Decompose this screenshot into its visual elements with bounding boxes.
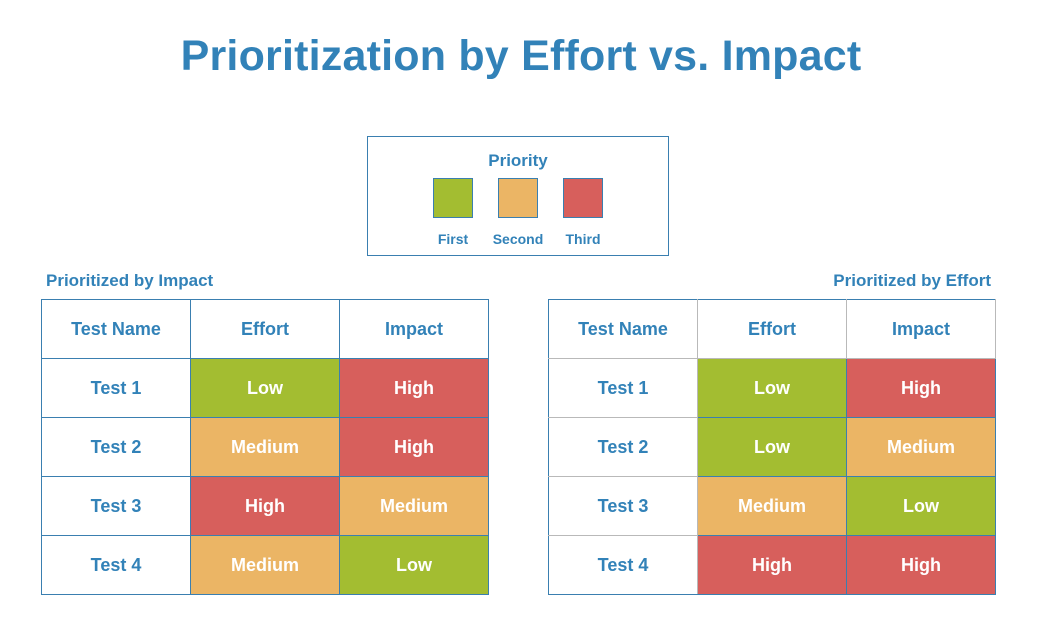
table-row: Test 1 Low High (41, 358, 489, 418)
impact-cell: High (339, 358, 489, 418)
test-name-cell: Test 3 (548, 476, 698, 536)
effort-table-caption: Prioritized by Effort (833, 271, 991, 290)
header-impact: Impact (339, 299, 489, 359)
effort-cell: Medium (190, 535, 340, 595)
effort-cell: High (190, 476, 340, 536)
impact-cell: High (339, 417, 489, 477)
header-test-name: Test Name (548, 299, 698, 359)
test-name-cell: Test 2 (41, 417, 191, 477)
page-title: Prioritization by Effort vs. Impact (180, 32, 862, 80)
impact-cell: High (846, 535, 996, 595)
header-effort: Effort (697, 299, 847, 359)
legend-swatch-third (563, 178, 603, 218)
table-row: Test 4 High High (548, 535, 996, 595)
test-name-cell: Test 4 (41, 535, 191, 595)
impact-cell: Low (339, 535, 489, 595)
test-name-cell: Test 4 (548, 535, 698, 595)
table-row: Test 2 Low Medium (548, 417, 996, 477)
impact-table-caption: Prioritized by Impact (46, 271, 214, 290)
table-row: Test 1 Low High (548, 358, 996, 418)
legend-swatch-first (433, 178, 473, 218)
legend-title: Priority (488, 151, 548, 170)
effort-cell: High (697, 535, 847, 595)
effort-cell: Low (697, 417, 847, 477)
effort-prioritized-table: Test Name Effort Impact Test 1 Low High … (548, 299, 996, 595)
priority-legend: Priority First Second Third (367, 136, 669, 256)
test-name-cell: Test 3 (41, 476, 191, 536)
effort-cell: Low (190, 358, 340, 418)
legend-swatch-second (498, 178, 538, 218)
table-row: Test 3 High Medium (41, 476, 489, 536)
impact-cell: High (846, 358, 996, 418)
header-impact: Impact (846, 299, 996, 359)
table-row: Test 2 Medium High (41, 417, 489, 477)
test-name-cell: Test 1 (41, 358, 191, 418)
table-row: Test 3 Medium Low (548, 476, 996, 536)
effort-cell: Medium (190, 417, 340, 477)
impact-prioritized-table: Test Name Effort Impact Test 1 Low High … (41, 299, 489, 595)
header-effort: Effort (190, 299, 340, 359)
header-row: Test Name Effort Impact (41, 299, 489, 359)
legend-label-third: Third (565, 231, 601, 247)
effort-cell: Low (697, 358, 847, 418)
impact-cell: Low (846, 476, 996, 536)
impact-cell: Medium (339, 476, 489, 536)
header-row: Test Name Effort Impact (548, 299, 996, 359)
impact-cell: Medium (846, 417, 996, 477)
test-name-cell: Test 2 (548, 417, 698, 477)
test-name-cell: Test 1 (548, 358, 698, 418)
header-test-name: Test Name (41, 299, 191, 359)
effort-cell: Medium (697, 476, 847, 536)
table-row: Test 4 Medium Low (41, 535, 489, 595)
